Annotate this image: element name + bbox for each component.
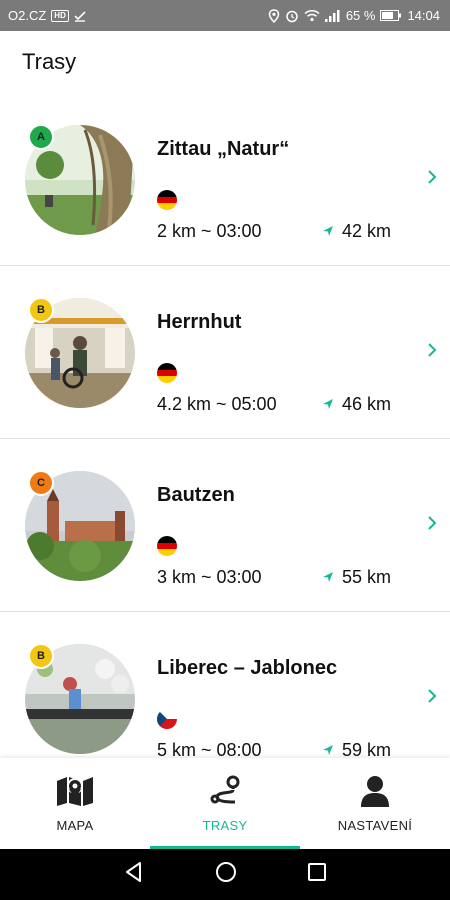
route-distance-value: 42 km xyxy=(342,221,392,241)
difficulty-badge: C xyxy=(28,470,54,496)
direction-arrow-icon xyxy=(322,740,334,758)
status-bar: O2.CZ HD 65 % 14:04 xyxy=(0,0,450,31)
carrier-label: O2.CZ xyxy=(8,8,47,23)
route-distance: 46 km xyxy=(322,394,391,415)
route-name: Herrnhut xyxy=(157,311,242,333)
wifi-icon xyxy=(304,9,320,22)
direction-arrow-icon xyxy=(322,567,334,588)
route-length-time: 4.2 km ~ 05:00 xyxy=(157,394,277,414)
page-title: Trasy xyxy=(22,49,77,74)
route-distance-value: 59 km xyxy=(342,740,392,758)
location-icon xyxy=(268,8,280,23)
route-distance: 55 km xyxy=(322,567,391,588)
check-download-icon xyxy=(74,10,86,22)
battery-icon xyxy=(380,10,402,21)
battery-percent: 65 % xyxy=(345,8,376,23)
germany-flag-icon xyxy=(157,536,177,556)
back-icon[interactable] xyxy=(123,861,145,888)
direction-arrow-icon xyxy=(322,394,334,415)
alarm-icon xyxy=(285,9,299,23)
route-item[interactable]: B Liberec – Jablonec 5 km ~ 08:00 59 km xyxy=(0,612,450,758)
germany-flag-icon xyxy=(157,190,177,210)
route-icon xyxy=(207,775,243,812)
chevron-right-icon[interactable] xyxy=(427,342,437,363)
chevron-right-icon[interactable] xyxy=(427,515,437,536)
route-distance: 59 km xyxy=(322,740,391,758)
route-name: Bautzen xyxy=(157,484,235,506)
czech-flag-icon xyxy=(157,709,177,729)
germany-flag-icon xyxy=(157,363,177,383)
signal-icon xyxy=(324,9,341,22)
difficulty-badge: A xyxy=(28,124,54,150)
tab-nastaveni[interactable]: NASTAVENÍ xyxy=(300,758,450,849)
difficulty-badge: B xyxy=(28,297,54,323)
route-length-time: 5 km ~ 08:00 xyxy=(157,740,262,758)
system-navigation-bar xyxy=(0,849,450,900)
route-item[interactable]: A Zittau „Natur“ 2 km ~ 03:00 42 km xyxy=(0,93,450,266)
tab-mapa[interactable]: MAPA xyxy=(0,758,150,849)
route-item[interactable]: B Herrnhut 4.2 km ~ 05:00 46 km xyxy=(0,266,450,439)
tab-label: TRASY xyxy=(202,817,248,833)
route-list: A Zittau „Natur“ 2 km ~ 03:00 42 km B He… xyxy=(0,93,450,758)
map-icon xyxy=(55,775,95,812)
tab-label: MAPA xyxy=(56,817,94,833)
chevron-right-icon[interactable] xyxy=(427,169,437,190)
clock: 14:04 xyxy=(407,8,440,23)
hd-badge: HD xyxy=(51,9,69,22)
direction-arrow-icon xyxy=(322,221,334,242)
route-item[interactable]: C Bautzen 3 km ~ 03:00 55 km xyxy=(0,439,450,612)
app-header: Trasy xyxy=(0,31,450,93)
recents-icon[interactable] xyxy=(307,862,327,887)
route-name: Liberec – Jablonec xyxy=(157,657,338,679)
route-length-time: 2 km ~ 03:00 xyxy=(157,221,262,241)
tab-label: NASTAVENÍ xyxy=(337,817,413,833)
route-distance-value: 46 km xyxy=(342,394,392,414)
person-icon xyxy=(359,775,391,812)
route-distance: 42 km xyxy=(322,221,391,242)
route-name: Zittau „Natur“ xyxy=(157,138,290,160)
tab-trasy[interactable]: TRASY xyxy=(150,758,300,849)
home-icon[interactable] xyxy=(215,861,237,888)
route-distance-value: 55 km xyxy=(342,567,392,587)
bottom-navigation: MAPA TRASY NASTAVENÍ xyxy=(0,758,450,849)
route-length-time: 3 km ~ 03:00 xyxy=(157,567,262,587)
difficulty-badge: B xyxy=(28,643,54,669)
chevron-right-icon[interactable] xyxy=(427,688,437,709)
